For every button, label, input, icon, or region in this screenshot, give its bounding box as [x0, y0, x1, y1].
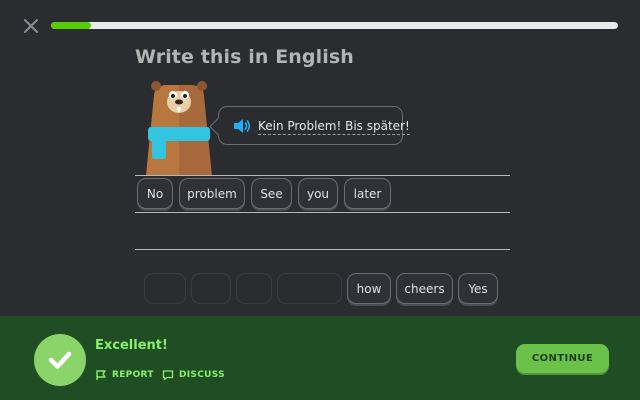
comment-icon — [162, 370, 174, 381]
progress-bar — [51, 22, 618, 29]
word-bank-slot-empty — [191, 273, 231, 304]
success-badge — [34, 334, 86, 386]
speech-bubble: Kein Problem! Bis später! — [209, 106, 410, 145]
speaker-icon[interactable] — [233, 118, 251, 134]
answer-tile[interactable]: See — [251, 178, 292, 209]
discuss-button[interactable]: DISCUSS — [162, 369, 225, 381]
close-icon — [24, 19, 38, 33]
answer-tile[interactable]: No — [137, 178, 173, 209]
word-bank-slot-empty — [277, 273, 342, 304]
page-title: Write this in English — [135, 46, 354, 68]
word-bank-tile[interactable]: how — [347, 273, 391, 304]
flag-icon — [96, 370, 106, 380]
feedback-footer: Excellent! REPORT DISCUSS CONTINUE — [0, 316, 640, 400]
answer-line-bottom — [135, 249, 510, 250]
answer-tile[interactable]: problem — [179, 178, 245, 209]
prompt-sentence[interactable]: Kein Problem! Bis später! — [258, 118, 410, 135]
word-bank-tile[interactable]: Yes — [458, 273, 498, 304]
report-label: REPORT — [112, 370, 154, 380]
discuss-label: DISCUSS — [179, 370, 225, 380]
word-bank: how cheers Yes — [144, 273, 498, 304]
answer-area: No problem See you later — [137, 178, 391, 209]
continue-button[interactable]: CONTINUE — [516, 344, 609, 373]
report-button[interactable]: REPORT — [95, 369, 154, 381]
word-bank-tile[interactable]: cheers — [396, 273, 453, 304]
answer-line-top — [135, 175, 510, 176]
answer-line-middle — [135, 212, 510, 213]
feedback-title: Excellent! — [95, 338, 168, 353]
answer-tile[interactable]: you — [298, 178, 338, 209]
close-button[interactable] — [22, 17, 40, 35]
word-bank-slot-empty — [236, 273, 272, 304]
answer-tile[interactable]: later — [344, 178, 391, 209]
check-icon — [48, 351, 72, 369]
word-bank-slot-empty — [144, 273, 186, 304]
bear-character — [146, 81, 212, 176]
progress-fill — [51, 22, 91, 29]
